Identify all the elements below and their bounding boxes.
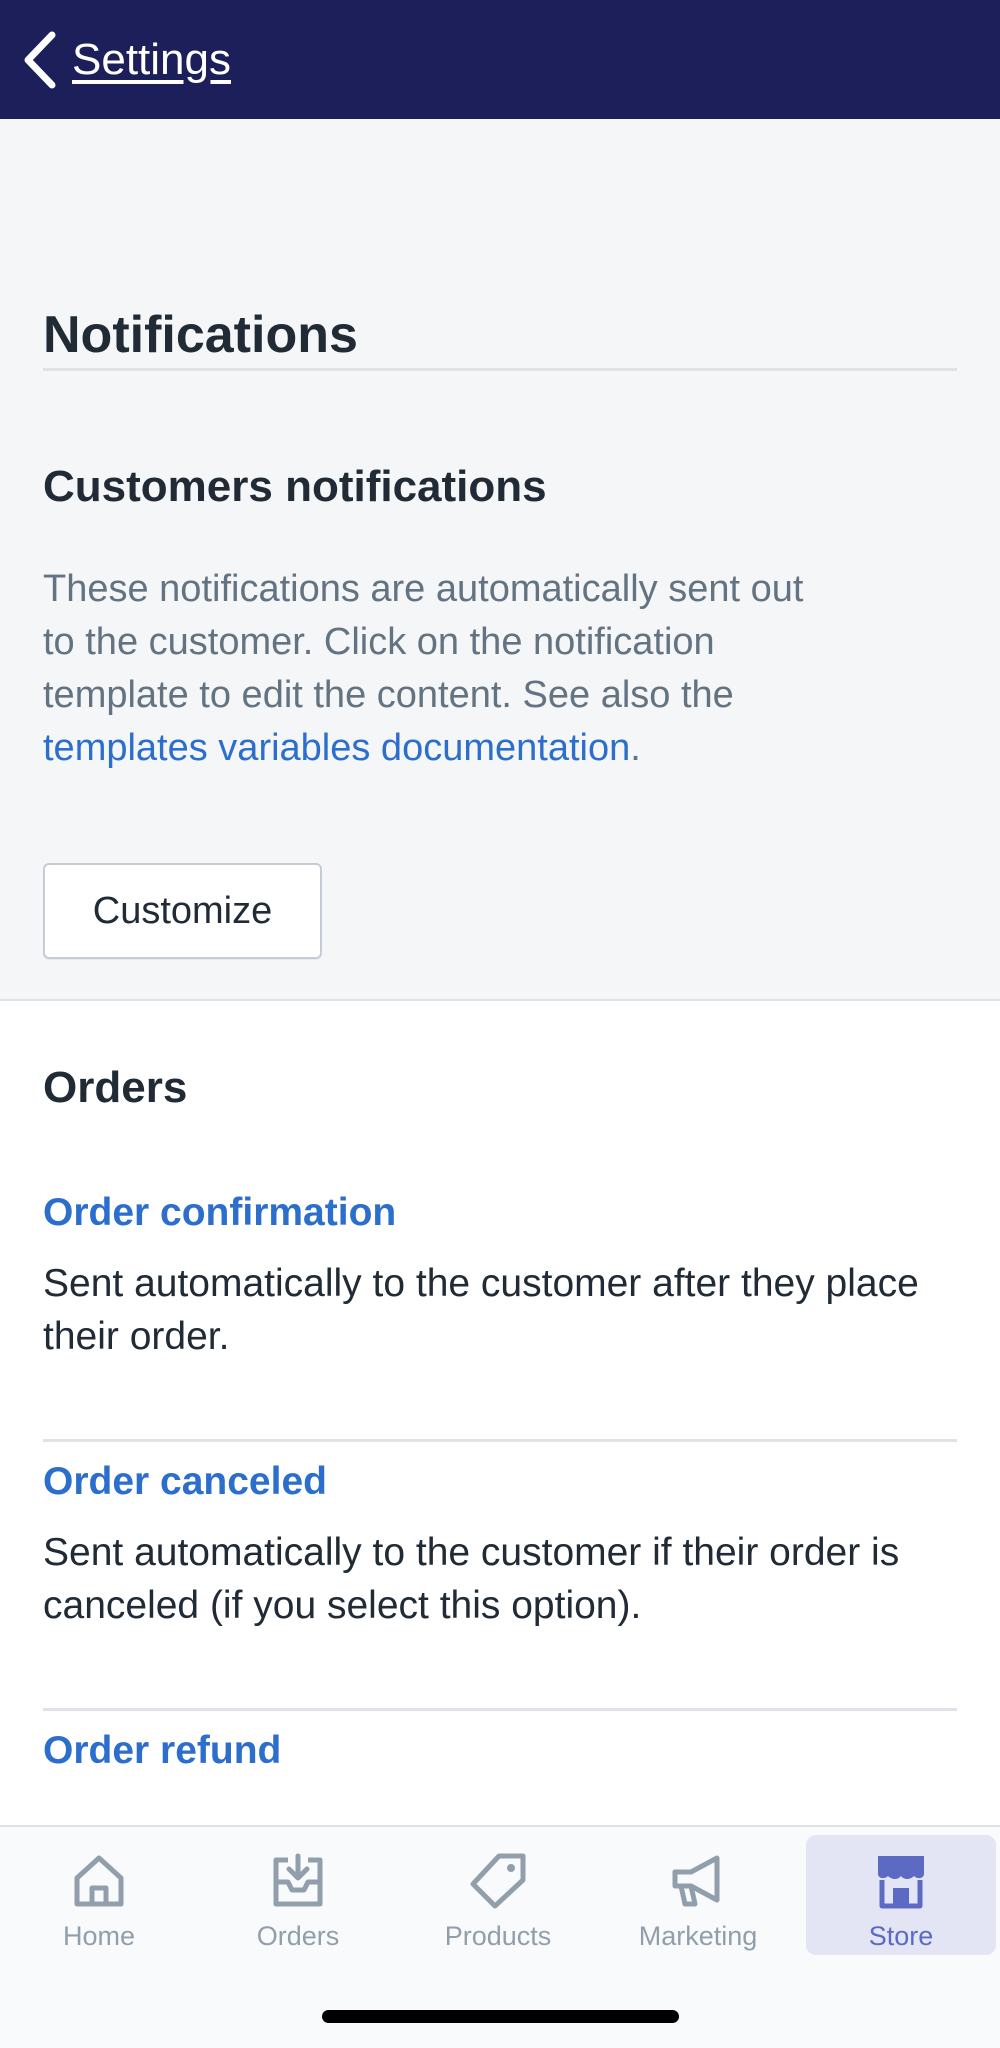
tab-orders[interactable]: Orders bbox=[203, 1835, 393, 1955]
tab-label: Marketing bbox=[638, 1921, 758, 1951]
list-item-order-confirmation[interactable]: Order confirmation Sent automatically to… bbox=[43, 1191, 957, 1363]
orders-title: Orders bbox=[43, 1063, 188, 1112]
back-button[interactable]: Settings bbox=[22, 31, 231, 89]
list-item-order-refund[interactable]: Order refund bbox=[43, 1729, 957, 1773]
orders-icon bbox=[270, 1849, 326, 1913]
section-description: These notifications are automatically se… bbox=[43, 563, 843, 775]
title-divider bbox=[43, 368, 957, 371]
tab-label: Home bbox=[62, 1921, 136, 1951]
row-divider bbox=[43, 1708, 957, 1711]
orders-section: Orders Order confirmation Sent automatic… bbox=[0, 1001, 1000, 1825]
tab-home[interactable]: Home bbox=[4, 1835, 194, 1955]
notification-title[interactable]: Order refund bbox=[43, 1729, 281, 1773]
tag-icon bbox=[469, 1849, 527, 1913]
notification-title[interactable]: Order canceled bbox=[43, 1460, 327, 1504]
home-icon bbox=[71, 1849, 127, 1913]
tab-store[interactable]: Store bbox=[806, 1835, 996, 1955]
description-period: . bbox=[630, 727, 641, 769]
section-title: Customers notifications bbox=[43, 462, 547, 511]
home-indicator[interactable] bbox=[322, 2010, 679, 2023]
templates-variables-documentation-link[interactable]: templates variables documentation bbox=[43, 727, 630, 769]
tab-label: Orders bbox=[256, 1921, 340, 1951]
back-label: Settings bbox=[72, 34, 231, 84]
chevron-left-icon bbox=[22, 31, 58, 89]
top-nav-bar: Settings bbox=[0, 0, 1000, 119]
customize-button[interactable]: Customize bbox=[43, 863, 322, 959]
tab-label: Store bbox=[868, 1921, 934, 1951]
tab-marketing[interactable]: Marketing bbox=[603, 1835, 793, 1955]
notification-description: Sent automatically to the customer after… bbox=[43, 1262, 919, 1358]
notification-description: Sent automatically to the customer if th… bbox=[43, 1531, 900, 1627]
tab-label: Products bbox=[444, 1921, 552, 1951]
megaphone-icon bbox=[669, 1849, 727, 1913]
page-title: Notifications bbox=[43, 306, 358, 364]
description-text: These notifications are automatically se… bbox=[43, 568, 804, 716]
tab-products[interactable]: Products bbox=[403, 1835, 593, 1955]
notification-title[interactable]: Order confirmation bbox=[43, 1191, 396, 1235]
store-icon bbox=[872, 1849, 930, 1913]
list-item-order-canceled[interactable]: Order canceled Sent automatically to the… bbox=[43, 1460, 957, 1632]
row-divider bbox=[43, 1439, 957, 1442]
